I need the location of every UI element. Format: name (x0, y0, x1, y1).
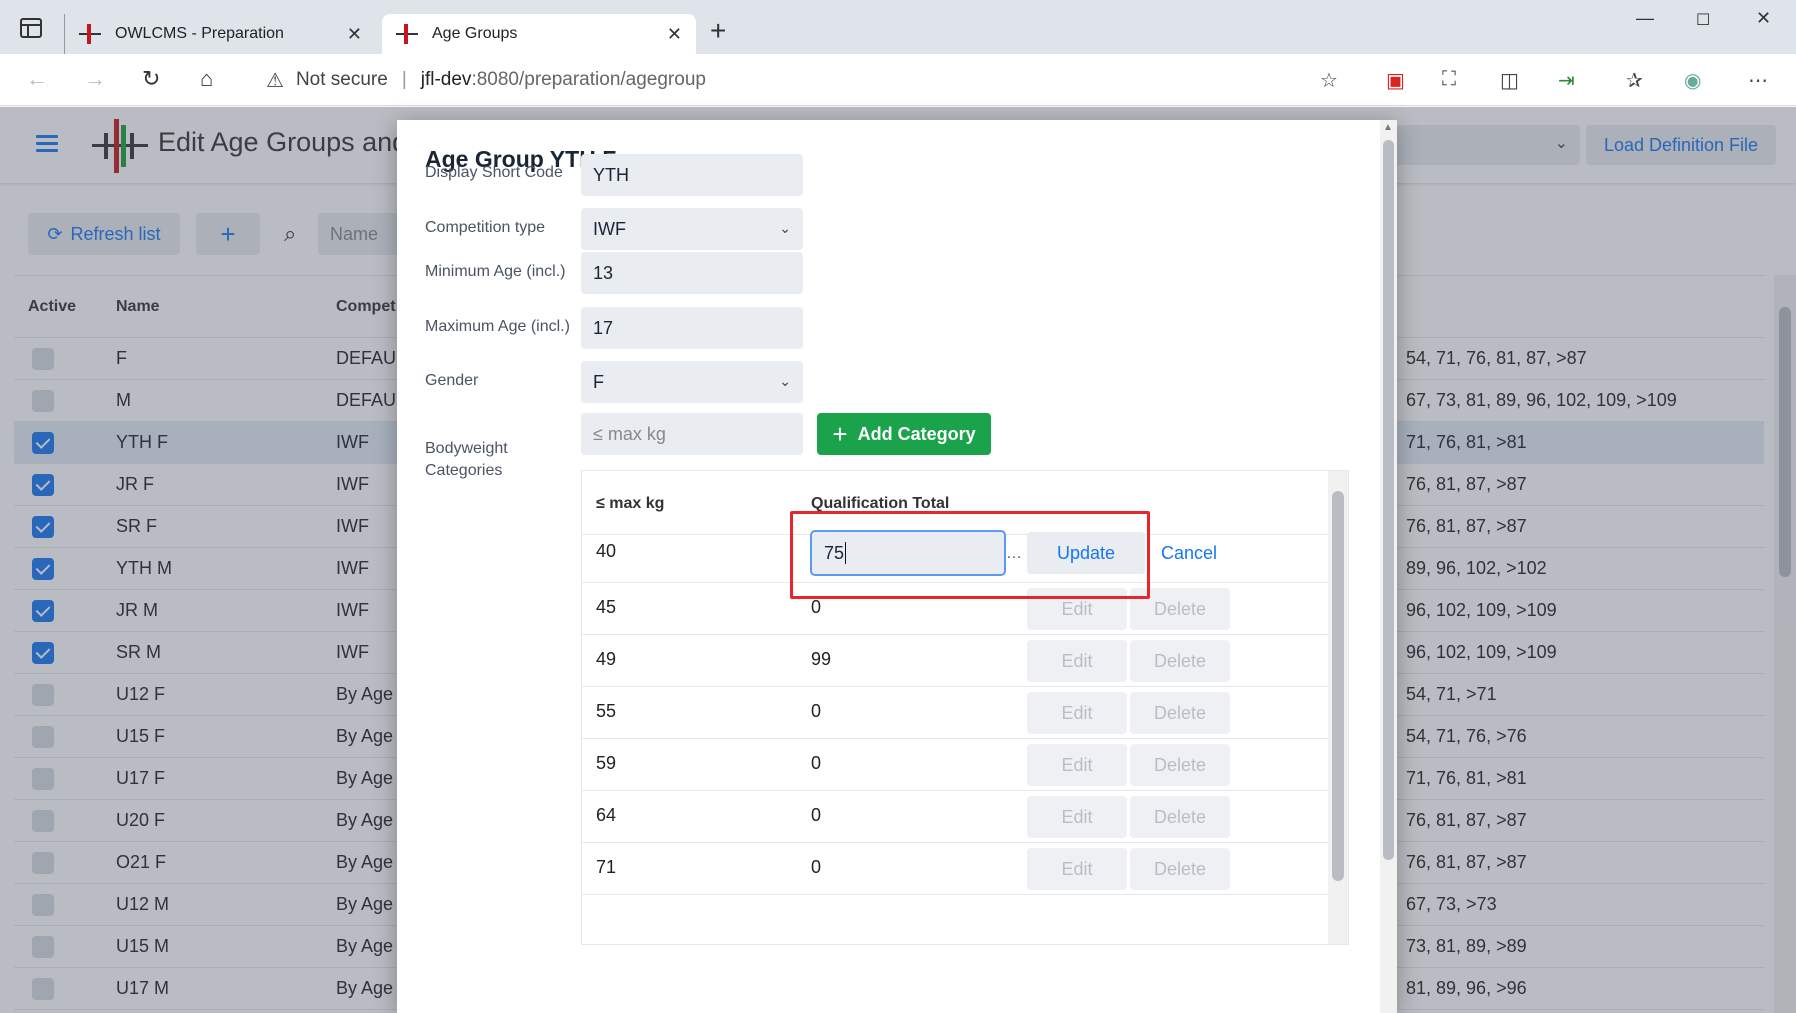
categories-grid: ≤ max kg Qualification Total 40 75 … Upd… (581, 470, 1349, 945)
delete-button[interactable]: Delete (1130, 796, 1230, 838)
favorites-icon[interactable]: ✰ (1626, 68, 1643, 93)
close-tab-icon[interactable]: ✕ (347, 24, 362, 45)
edit-button[interactable]: Edit (1027, 640, 1127, 682)
category-total: 0 (811, 857, 822, 877)
browser-tab-preparation[interactable]: OWLCMS - Preparation ✕ (64, 14, 376, 54)
pocket-icon[interactable]: ◫ (1500, 68, 1519, 93)
max-kg-input[interactable]: ≤ max kg (581, 413, 803, 455)
category-kg: 45 (596, 597, 617, 617)
edit-button[interactable]: Edit (1027, 744, 1127, 786)
category-kg: 64 (596, 805, 617, 825)
favorite-add-icon[interactable]: ☆ (1320, 68, 1338, 93)
category-total: 0 (811, 805, 822, 825)
chevron-down-icon: ⌄ (779, 373, 791, 389)
bodyweight-categories-label: Bodyweight Categories (425, 440, 508, 479)
tab-actions-icon[interactable] (20, 18, 42, 38)
competition-type-value: IWF (593, 218, 626, 239)
highlight-box (790, 511, 1150, 599)
edit-button[interactable]: Edit (1027, 796, 1127, 838)
delete-button[interactable]: Delete (1130, 744, 1230, 786)
url-field[interactable]: ⚠ Not secure | jfl-dev :8080/preparation… (250, 60, 1360, 100)
delete-button[interactable]: Delete (1130, 692, 1230, 734)
category-total: 0 (811, 701, 822, 721)
edit-button[interactable]: Edit (1027, 848, 1127, 890)
forward-icon[interactable]: → (84, 66, 106, 92)
minimize-icon[interactable]: — (1636, 8, 1654, 29)
short-code-label: Display Short Code (425, 164, 563, 181)
owlcms-favicon-icon (79, 24, 101, 44)
new-tab-button[interactable]: + (710, 17, 726, 45)
scroll-up-icon[interactable]: ▲ (1383, 122, 1393, 133)
home-icon[interactable]: ⌂ (200, 66, 213, 92)
category-kg: 40 (596, 541, 617, 561)
screenshot-icon[interactable]: ⛶ (1442, 68, 1456, 91)
not-secure-label: Not secure (295, 69, 388, 90)
back-icon[interactable]: ← (26, 66, 48, 92)
dialog-scrollbar[interactable]: ▲ (1380, 120, 1397, 1013)
url-path: :8080/preparation/agegroup (471, 69, 706, 90)
tab-title: OWLCMS - Preparation (115, 25, 284, 42)
category-total: 99 (811, 649, 832, 669)
tab-title: Age Groups (432, 25, 518, 42)
owlcms-favicon-icon (396, 24, 418, 44)
category-kg: 59 (596, 753, 617, 773)
category-row: 71 0 Edit Delete (582, 843, 1328, 895)
categories-scrollbar[interactable] (1328, 471, 1348, 944)
profile-icon[interactable]: ◉ (1684, 68, 1701, 93)
category-row: 64 0 Edit Delete (582, 791, 1328, 843)
reload-icon[interactable]: ↻ (142, 66, 160, 92)
category-kg: 55 (596, 701, 617, 721)
delete-button[interactable]: Delete (1130, 848, 1230, 890)
category-row: 55 0 Edit Delete (582, 687, 1328, 739)
age-group-dialog: Age Group YTH F Display Short Code YTH C… (397, 120, 1397, 1013)
edit-button[interactable]: Edit (1027, 692, 1127, 734)
min-age-label: Minimum Age (incl.) (425, 263, 566, 280)
category-kg: 71 (596, 857, 617, 877)
short-code-input[interactable]: YTH (581, 154, 803, 196)
share-icon[interactable]: ⇥ (1558, 68, 1575, 93)
category-row: 49 99 Edit Delete (582, 635, 1328, 687)
min-age-input[interactable]: 13 (581, 252, 803, 294)
maximize-icon[interactable]: ☐ (1696, 10, 1710, 30)
category-kg: 49 (596, 649, 617, 669)
plus-icon: + (832, 418, 848, 449)
gender-select[interactable]: F ⌄ (581, 361, 803, 403)
address-bar-row: ← → ↻ ⌂ ⚠ Not secure | jfl-dev :8080/pre… (0, 54, 1796, 106)
extension-icon[interactable]: ▣ (1386, 68, 1405, 93)
more-icon[interactable]: ⋯ (1748, 68, 1768, 93)
url-host: jfl-dev (420, 69, 472, 90)
url-separator: | (401, 69, 407, 90)
category-row: 59 0 Edit Delete (582, 739, 1328, 791)
browser-tab-age-groups[interactable]: Age Groups ✕ (382, 14, 696, 54)
chevron-down-icon: ⌄ (779, 220, 791, 236)
add-category-label: Add Category (857, 423, 976, 444)
column-max-kg: ≤ max kg (596, 495, 665, 512)
category-total: 0 (811, 597, 822, 617)
max-age-input[interactable]: 17 (581, 307, 803, 349)
delete-button[interactable]: Delete (1130, 640, 1230, 682)
competition-type-label: Competition type (425, 219, 546, 236)
warning-icon: ⚠ (266, 69, 284, 92)
close-tab-icon[interactable]: ✕ (667, 24, 682, 45)
gender-label: Gender (425, 372, 479, 389)
competition-type-select[interactable]: IWF ⌄ (581, 208, 803, 250)
max-age-label: Maximum Age (incl.) (425, 318, 570, 335)
browser-tab-bar: OWLCMS - Preparation ✕ Age Groups ✕ + — … (0, 0, 1796, 54)
close-window-icon[interactable]: ✕ (1756, 8, 1771, 29)
category-total: 0 (811, 753, 822, 773)
gender-value: F (593, 371, 604, 392)
add-category-button[interactable]: + Add Category (817, 413, 991, 455)
